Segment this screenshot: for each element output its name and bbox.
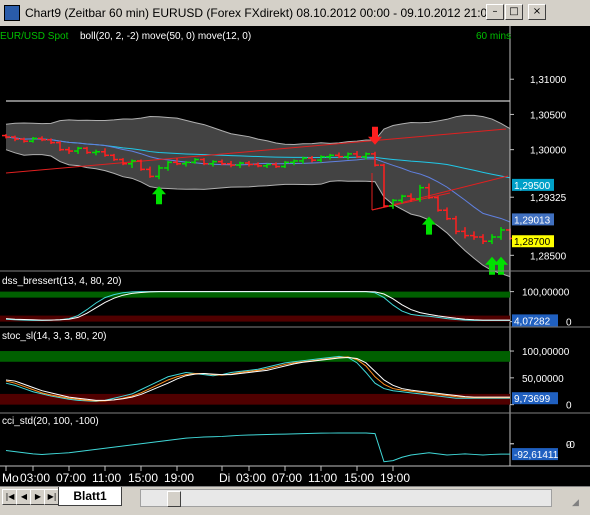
time-axis-label: 11:00 bbox=[308, 471, 337, 485]
chart-app-icon bbox=[4, 5, 20, 21]
price-tag-label: 1,29013 bbox=[514, 215, 551, 226]
indicator-value-label: -92,61411 bbox=[514, 450, 559, 461]
indicator-series-line bbox=[5, 432, 510, 463]
indicator-title: cci_std(20, 100, -100) bbox=[2, 416, 99, 427]
indicator-tick-label: 0 bbox=[566, 401, 572, 412]
time-axis-label: 03:00 bbox=[236, 471, 266, 485]
dss-bressert-pane: dss_bressert(13, 4, 80, 20) 100,00000 0 4,0… bbox=[0, 276, 572, 329]
resize-grip-icon[interactable]: ◢ bbox=[572, 497, 586, 511]
time-axis-label: Mo bbox=[2, 471, 19, 485]
close-button[interactable]: × bbox=[528, 4, 546, 20]
title-bar[interactable]: Chart9 (Zeitbar 60 min) EURUSD (Forex FX… bbox=[0, 0, 590, 27]
time-axis-label: 07:00 bbox=[272, 471, 302, 485]
indicator-tick-label: 0 bbox=[566, 318, 572, 329]
price-tick-label: 1,30500 bbox=[530, 110, 567, 121]
sheet-tab-blatt1[interactable]: Blatt1 bbox=[58, 487, 122, 506]
price-tag-label: 1,29500 bbox=[514, 181, 551, 192]
window-title: Chart9 (Zeitbar 60 min) EURUSD (Forex FX… bbox=[25, 6, 494, 20]
scrollbar-thumb[interactable] bbox=[167, 491, 181, 507]
overbought-zone bbox=[0, 291, 510, 298]
time-axis-label: Di bbox=[219, 471, 230, 485]
symbol-label: EUR/USD Spot bbox=[0, 31, 69, 42]
chart-window: Chart9 (Zeitbar 60 min) EURUSD (Forex FX… bbox=[0, 0, 590, 515]
indicator-value-label: 9,73699 bbox=[514, 394, 551, 405]
indicator-legend: boll(20, 2, -2) move(50, 0) move(12, 0) bbox=[80, 31, 251, 42]
price-tick-label: 1,30000 bbox=[530, 146, 567, 157]
maximize-button[interactable]: □ bbox=[505, 4, 523, 20]
cci-pane: cci_std(20, 100, -100)0-0-92,61411 bbox=[2, 416, 575, 463]
indicator-tick-label: 50,00000 bbox=[522, 374, 564, 385]
indicator-tick-label: 100,00000 bbox=[522, 288, 570, 299]
overbought-zone bbox=[0, 351, 510, 362]
indicator-title: stoc_sl(14, 3, 3, 80, 20) bbox=[2, 331, 107, 342]
indicator-tick-label: -0 bbox=[566, 440, 575, 451]
time-axis-label: 19:00 bbox=[380, 471, 410, 485]
indicator-value-label: 4,07282 bbox=[514, 316, 551, 327]
time-axis-label: 03:00 bbox=[20, 471, 50, 485]
stochastic-pane: stoc_sl(14, 3, 3, 80, 20) 100,00000 50,000… bbox=[0, 331, 572, 412]
time-axis-label: 07:00 bbox=[56, 471, 86, 485]
time-axis-label: 11:00 bbox=[92, 471, 121, 485]
indicator-tick-label: 100,00000 bbox=[522, 347, 570, 358]
time-axis-label: 15:00 bbox=[344, 471, 374, 485]
minimize-button[interactable]: – bbox=[486, 4, 504, 20]
price-tick-label: 1,29325 bbox=[530, 193, 567, 204]
horizontal-scrollbar[interactable] bbox=[140, 489, 552, 507]
price-tick-label: 1,28500 bbox=[530, 251, 567, 262]
price-tick-label: 1,31000 bbox=[530, 75, 567, 86]
chart-area[interactable]: EUR/USD Spot boll(20, 2, -2) move(50, 0)… bbox=[0, 26, 590, 486]
sheet-bar: |◀ ◀ ▶ ▶| Blatt1 ◢ bbox=[0, 486, 590, 515]
price-tag-label: 1,28700 bbox=[514, 237, 551, 248]
time-axis-label: 15:00 bbox=[128, 471, 158, 485]
indicator-title: dss_bressert(13, 4, 80, 20) bbox=[2, 276, 122, 287]
time-axis-label: 19:00 bbox=[164, 471, 194, 485]
interval-label: 60 mins bbox=[476, 31, 511, 42]
